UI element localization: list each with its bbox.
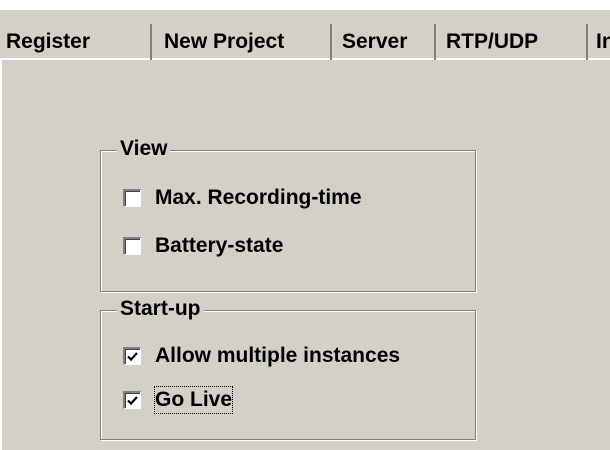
battery-state-checkbox-row[interactable]: Battery-state — [123, 231, 283, 261]
tab-new-project-label: New Project — [164, 30, 285, 53]
tab-truncated[interactable]: In — [588, 24, 610, 60]
startup-groupbox: Start-up Allow multiple instances Go Liv… — [100, 295, 476, 440]
view-groupbox: View Max. Recording-time Battery-state — [100, 135, 476, 292]
checkmark-icon — [127, 352, 138, 362]
max-recording-time-checkbox[interactable] — [123, 189, 141, 207]
max-recording-time-checkbox-row[interactable]: Max. Recording-time — [123, 183, 362, 213]
tab-page-frame — [0, 60, 8, 450]
go-live-checkbox[interactable] — [123, 391, 141, 409]
tab-rtp-udp[interactable]: RTP/UDP — [436, 24, 588, 60]
tab-strip: Register New Project Server RTP/UDP In — [0, 10, 610, 60]
max-recording-time-label: Max. Recording-time — [155, 186, 362, 209]
checkmark-icon — [127, 396, 138, 406]
startup-group-title: Start-up — [117, 295, 204, 323]
tab-server[interactable]: Server — [332, 24, 436, 60]
battery-state-label: Battery-state — [155, 234, 284, 257]
battery-state-checkbox[interactable] — [123, 237, 141, 255]
tab-new-project[interactable]: New Project — [152, 24, 332, 60]
allow-multiple-instances-checkbox[interactable] — [123, 347, 141, 365]
go-live-label: Go Live — [153, 386, 234, 414]
tab-register[interactable]: Register — [0, 24, 152, 60]
tab-truncated-label: In — [596, 30, 610, 53]
allow-multiple-instances-label: Allow multiple instances — [155, 344, 401, 367]
settings-dialog: Register New Project Server RTP/UDP In V… — [0, 10, 610, 450]
tab-server-label: Server — [342, 30, 408, 53]
allow-multiple-instances-checkbox-row[interactable]: Allow multiple instances — [123, 341, 400, 371]
view-group-title: View — [117, 135, 171, 163]
go-live-checkbox-row[interactable]: Go Live — [123, 385, 234, 415]
tab-register-label: Register — [6, 30, 91, 53]
tab-rtp-udp-label: RTP/UDP — [446, 30, 539, 53]
